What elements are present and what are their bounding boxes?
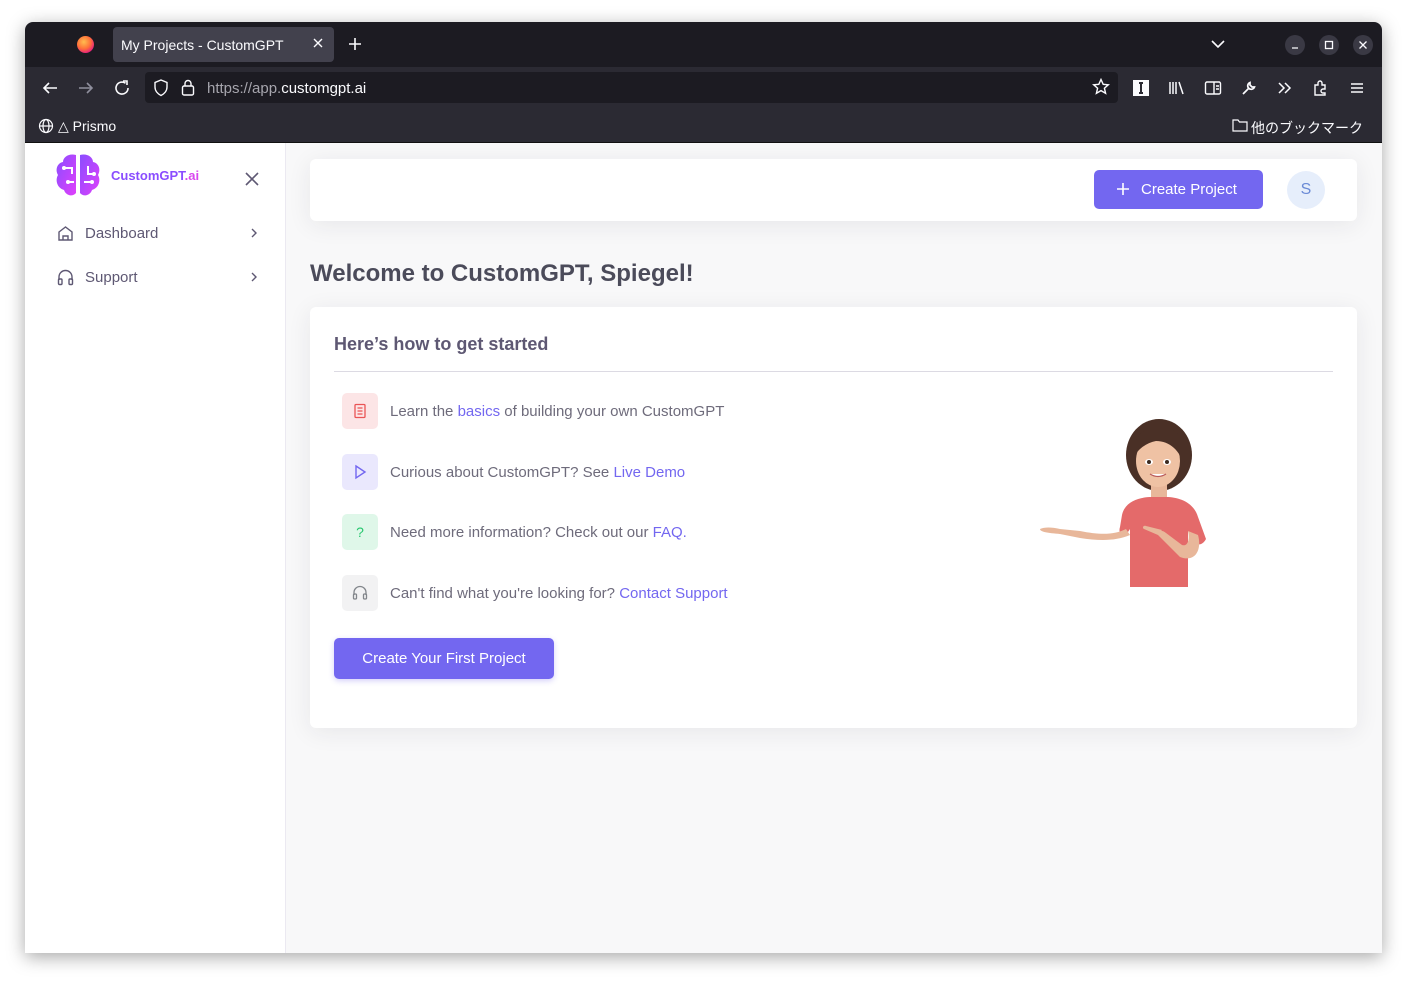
live-demo-link[interactable]: Live Demo — [613, 464, 685, 481]
page-content: CustomGPT.ai Dashboard Support Create Pr… — [25, 143, 1382, 953]
extensions-puzzle-icon[interactable] — [1312, 79, 1330, 97]
lock-icon[interactable] — [181, 79, 195, 96]
getting-started-card: Here’s how to get started Learn the basi… — [310, 307, 1357, 728]
headphones-icon — [57, 269, 74, 286]
url-bar[interactable]: https://app.customgpt.ai — [145, 72, 1118, 103]
chevron-right-icon — [251, 228, 257, 238]
folder-icon — [1232, 119, 1248, 132]
sidebar-close-icon[interactable] — [244, 171, 260, 187]
step-basics: Learn the basics of building your own Cu… — [342, 393, 942, 429]
bookmark-prismo[interactable]: △ Prismo — [58, 118, 116, 135]
wrench-icon[interactable] — [1240, 79, 1258, 97]
page-title: Welcome to CustomGPT, Spiegel! — [310, 260, 694, 287]
top-navbar: Create Project S — [310, 159, 1357, 221]
sidebar-toggle-icon[interactable] — [1204, 79, 1222, 97]
tracking-shield-icon[interactable] — [153, 79, 169, 97]
minimize-button[interactable] — [1285, 35, 1305, 55]
hamburger-menu-icon[interactable] — [1348, 79, 1366, 97]
divider — [334, 371, 1333, 372]
avatar[interactable]: S — [1287, 171, 1325, 209]
sidebar-item-label: Support — [85, 269, 138, 286]
library-icon[interactable] — [1168, 79, 1186, 97]
step-faq: ? Need more information? Check out our F… — [342, 514, 942, 550]
browser-window: My Projects - CustomGPT https://app.cust… — [25, 22, 1382, 953]
globe-icon — [38, 118, 54, 134]
faq-link[interactable]: FAQ — [653, 524, 683, 541]
tab-active[interactable]: My Projects - CustomGPT — [113, 27, 334, 62]
bookmarks-toolbar: △ Prismo 他のブックマーク — [25, 107, 1382, 143]
sidebar-item-support[interactable]: Support — [55, 266, 265, 290]
url-text: https://app.customgpt.ai — [207, 80, 367, 97]
overflow-chevrons-icon[interactable] — [1276, 79, 1294, 97]
chevron-right-icon — [251, 272, 257, 282]
new-tab-icon[interactable] — [347, 36, 363, 52]
nav-toolbar: https://app.customgpt.ai — [25, 67, 1382, 107]
document-icon — [342, 393, 378, 429]
sidebar: CustomGPT.ai Dashboard Support — [25, 143, 286, 953]
tab-close-icon[interactable] — [310, 35, 326, 51]
presenter-illustration — [1040, 419, 1206, 587]
maximize-button[interactable] — [1319, 35, 1339, 55]
sidebar-item-label: Dashboard — [85, 225, 159, 242]
back-arrow-icon[interactable] — [41, 79, 59, 97]
other-bookmarks[interactable]: 他のブックマーク — [1251, 118, 1363, 138]
basics-link[interactable]: basics — [458, 403, 501, 420]
tab-title: My Projects - CustomGPT — [121, 37, 284, 53]
create-first-project-button[interactable]: Create Your First Project — [334, 638, 554, 679]
home-icon — [58, 226, 73, 241]
card-title: Here’s how to get started — [334, 334, 549, 354]
sidebar-item-dashboard[interactable]: Dashboard — [55, 222, 265, 246]
firefox-logo-icon — [77, 36, 94, 53]
brand-name[interactable]: CustomGPT.ai — [111, 168, 199, 183]
forward-arrow-icon[interactable] — [77, 79, 95, 97]
bookmark-star-icon[interactable] — [1092, 78, 1110, 96]
list-all-tabs-icon[interactable] — [1211, 38, 1225, 50]
tab-strip: My Projects - CustomGPT — [25, 22, 1382, 67]
brain-logo-icon — [56, 154, 100, 196]
play-icon — [342, 454, 378, 490]
svg-text:?: ? — [356, 524, 364, 540]
create-project-button[interactable]: Create Project — [1094, 170, 1263, 209]
plus-icon — [1117, 183, 1129, 195]
question-icon: ? — [342, 514, 378, 550]
step-contact-support: Can't find what you're looking for? Cont… — [342, 575, 942, 611]
close-window-button[interactable] — [1353, 35, 1373, 55]
step-live-demo: Curious about CustomGPT? See Live Demo — [342, 454, 942, 490]
contact-support-link[interactable]: Contact Support — [619, 585, 727, 602]
reload-icon[interactable] — [113, 79, 131, 97]
headset-icon — [342, 575, 378, 611]
reader-extension-icon[interactable] — [1132, 79, 1150, 97]
